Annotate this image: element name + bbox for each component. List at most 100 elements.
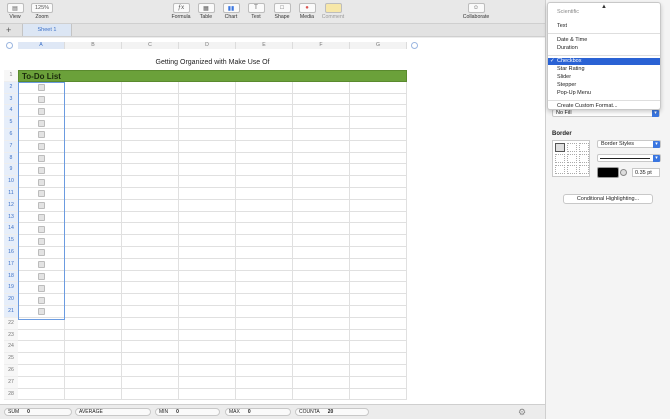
table-cell[interactable] (350, 152, 407, 165)
row-header[interactable]: 17 (4, 258, 18, 271)
table-cell[interactable] (179, 211, 236, 224)
row-header[interactable]: 5 (4, 117, 18, 129)
color-wheel-icon[interactable] (620, 169, 627, 176)
table-cell[interactable] (18, 329, 65, 342)
view-button[interactable]: ▤ View (0, 3, 30, 20)
menu-item-text[interactable]: Text (557, 23, 567, 29)
row-header[interactable]: 16 (4, 247, 18, 259)
table-cell[interactable] (350, 294, 407, 306)
row-header[interactable]: 7 (4, 140, 18, 153)
row-header[interactable]: 26 (4, 365, 18, 377)
table-cell[interactable] (236, 81, 293, 94)
border-option[interactable] (567, 165, 577, 174)
table-cell[interactable] (179, 235, 236, 247)
table-cell[interactable] (122, 223, 179, 236)
row-header[interactable]: 2 (4, 81, 18, 94)
table-cell[interactable] (236, 223, 293, 236)
table-cell[interactable] (65, 282, 122, 295)
row-header[interactable]: 25 (4, 353, 18, 365)
border-option[interactable] (579, 165, 589, 174)
table-cell[interactable] (350, 164, 407, 177)
table-cell[interactable] (122, 306, 179, 318)
table-cell[interactable] (293, 247, 350, 259)
table-cell[interactable] (122, 388, 179, 401)
table-cell[interactable] (293, 164, 350, 177)
table-cell[interactable] (179, 105, 236, 118)
table-cell[interactable] (350, 211, 407, 224)
table-cell[interactable] (350, 353, 407, 365)
table-cell[interactable] (350, 247, 407, 259)
table-cell[interactable] (122, 211, 179, 224)
table-cell[interactable] (122, 247, 179, 259)
max-stat[interactable]: MAX 0 (225, 408, 291, 416)
table-cell[interactable] (122, 376, 179, 389)
table-cell[interactable] (179, 329, 236, 342)
conditional-highlighting-button[interactable]: Conditional Highlighting... (563, 194, 653, 204)
table-cell[interactable] (18, 341, 65, 354)
table-cell[interactable] (350, 365, 407, 377)
table-cell[interactable] (293, 81, 350, 94)
table-cell[interactable] (122, 235, 179, 247)
border-option[interactable] (555, 143, 565, 152)
comment-button[interactable]: Comment (318, 3, 348, 20)
column-header-c[interactable]: C (122, 42, 179, 49)
table-cell[interactable] (236, 129, 293, 141)
table-cell[interactable] (236, 282, 293, 295)
table-cell[interactable] (179, 223, 236, 236)
table-cell[interactable] (293, 282, 350, 295)
table-cell[interactable] (293, 140, 350, 153)
table-cell[interactable] (122, 317, 179, 330)
column-header-b[interactable]: B (65, 42, 122, 49)
row-header[interactable]: 24 (4, 341, 18, 354)
table-cell[interactable] (122, 117, 179, 129)
table-cell[interactable] (236, 235, 293, 247)
sheet-canvas[interactable]: Getting Organized with Make Use Of ABCDE… (0, 38, 545, 404)
table-cell[interactable] (122, 152, 179, 165)
table-header-row[interactable]: To-Do List (18, 70, 407, 82)
sheet-title[interactable]: Getting Organized with Make Use Of (120, 59, 305, 66)
table-cell[interactable] (122, 93, 179, 106)
table-cell[interactable] (65, 140, 122, 153)
table-cell[interactable] (236, 365, 293, 377)
table-cell[interactable] (293, 376, 350, 389)
table-cell[interactable] (350, 329, 407, 342)
row-header[interactable]: 23 (4, 329, 18, 342)
menu-item-create-custom-format[interactable]: Create Custom Format... (557, 103, 618, 109)
table-cell[interactable] (65, 388, 122, 401)
border-option[interactable] (579, 154, 589, 163)
table-cell[interactable] (236, 294, 293, 306)
table-cell[interactable] (236, 188, 293, 200)
table-cell[interactable] (122, 329, 179, 342)
table-cell[interactable] (293, 188, 350, 200)
table-cell[interactable] (18, 353, 65, 365)
sum-stat[interactable]: SUM 0 (4, 408, 72, 416)
border-styles-popup[interactable]: Border Styles ▾ (597, 140, 661, 148)
table-cell[interactable] (350, 188, 407, 200)
table-cell[interactable] (179, 140, 236, 153)
table-cell[interactable] (65, 81, 122, 94)
table-cell[interactable] (65, 105, 122, 118)
table-cell[interactable] (179, 365, 236, 377)
table-cell[interactable] (122, 164, 179, 177)
column-header-e[interactable]: E (236, 42, 293, 49)
table-cell[interactable] (65, 164, 122, 177)
column-header-g[interactable]: G (350, 42, 407, 49)
table-cell[interactable] (293, 211, 350, 224)
column-header-d[interactable]: D (179, 42, 236, 49)
table-cell[interactable] (179, 353, 236, 365)
table-cell[interactable] (179, 258, 236, 271)
fill-popup[interactable]: No Fill ▾ (552, 109, 660, 117)
table-cell[interactable] (236, 341, 293, 354)
add-column-icon[interactable] (411, 42, 418, 49)
table-cell[interactable] (122, 105, 179, 118)
table-cell[interactable] (350, 93, 407, 106)
menu-item-checkbox[interactable]: ✓ Checkbox (548, 58, 660, 65)
row-header[interactable]: 28 (4, 388, 18, 401)
table-cell[interactable] (179, 341, 236, 354)
table-cell[interactable] (236, 93, 293, 106)
table-cell[interactable] (65, 258, 122, 271)
table-cell[interactable] (179, 129, 236, 141)
border-selector[interactable] (552, 140, 590, 177)
row-header[interactable]: 12 (4, 199, 18, 212)
table-cell[interactable] (65, 188, 122, 200)
